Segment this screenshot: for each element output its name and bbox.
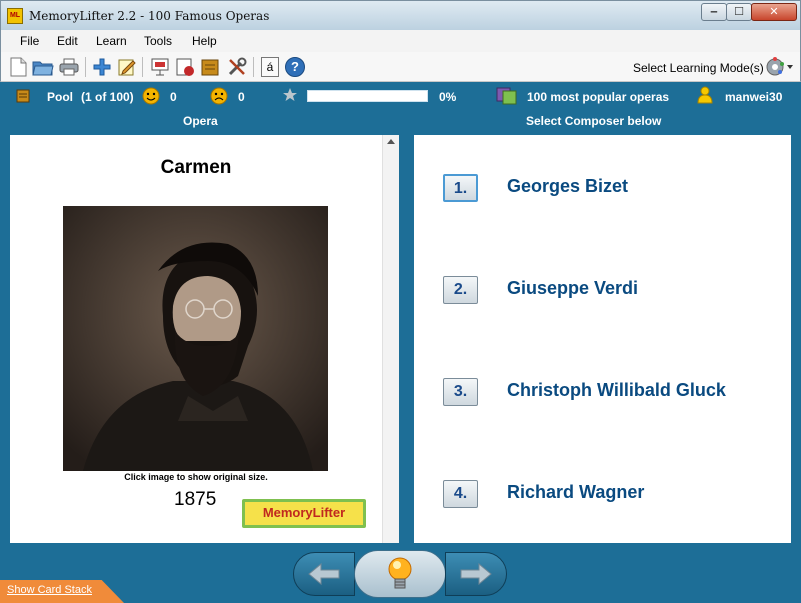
star-icon [282, 87, 298, 106]
composer-portrait[interactable] [63, 206, 328, 471]
close-button[interactable]: ✕ [751, 3, 797, 21]
menu-bar: File Edit Learn Tools Help [0, 30, 801, 52]
answer-option-4[interactable]: 4. Richard Wagner [443, 478, 783, 510]
scroll-up-arrow-icon[interactable] [387, 139, 395, 144]
pool-label: Pool [47, 90, 73, 104]
answer-text[interactable]: Giuseppe Verdi [507, 278, 638, 299]
print-icon[interactable] [58, 56, 80, 78]
hint-button[interactable] [354, 550, 446, 598]
lightbulb-icon [388, 557, 412, 589]
question-header: Opera [183, 114, 218, 128]
menu-learn[interactable]: Learn [96, 34, 127, 48]
help-icon[interactable]: ? [284, 56, 306, 78]
window-title: MemoryLifter 2.2 - 100 Famous Operas [29, 9, 270, 23]
tools-icon[interactable] [226, 56, 248, 78]
card-scrollbar[interactable] [382, 135, 399, 543]
menu-edit[interactable]: Edit [57, 34, 78, 48]
next-button[interactable] [445, 552, 507, 596]
open-folder-icon[interactable] [32, 56, 54, 78]
minimize-button[interactable]: ‒ [701, 3, 727, 21]
memorylifter-logo: MemoryLifter [242, 499, 366, 528]
arrow-right-icon [460, 563, 492, 585]
question-card: Carmen Click image to show original size… [10, 135, 399, 543]
statistics-icon[interactable] [174, 56, 196, 78]
answer-option-3[interactable]: 3. Christoph Willibald Gluck [443, 376, 783, 408]
back-button[interactable] [293, 552, 355, 596]
answer-text[interactable]: Georges Bizet [507, 176, 628, 197]
user-name: manwei30 [725, 90, 783, 104]
answer-text[interactable]: Christoph Willibald Gluck [507, 380, 726, 401]
window-title-bar[interactable]: ML MemoryLifter 2.2 - 100 Famous Operas … [0, 0, 801, 30]
toolbar: á ? Select Learning Mode(s) [0, 52, 801, 82]
edit-card-icon[interactable] [116, 56, 138, 78]
correct-count: 0 [170, 90, 177, 104]
answer-option-1[interactable]: 1. Georges Bizet [443, 172, 783, 204]
maximize-button[interactable]: ☐ [726, 3, 752, 21]
wrong-count: 0 [238, 90, 245, 104]
learning-mode-label[interactable]: Select Learning Mode(s) [633, 61, 764, 75]
answer-number-button[interactable]: 3. [443, 378, 478, 406]
answer-number-button[interactable]: 2. [443, 276, 478, 304]
menu-file[interactable]: File [20, 34, 39, 48]
special-char-icon[interactable]: á [259, 56, 281, 78]
arrow-left-icon [308, 563, 340, 585]
card-box-icon[interactable] [199, 56, 221, 78]
app-logo-icon: ML [7, 8, 23, 24]
new-file-icon[interactable] [7, 56, 29, 78]
answer-panel: 1. Georges Bizet 2. Giuseppe Verdi 3. Ch… [414, 135, 791, 543]
show-card-stack-link[interactable]: Show Card Stack [7, 584, 92, 596]
dictionary-icon [496, 85, 518, 108]
answer-number-button[interactable]: 4. [443, 480, 478, 508]
dictionary-name: 100 most popular operas [527, 90, 670, 104]
image-hint: Click image to show original size. [124, 472, 268, 482]
learning-progress-bar [307, 90, 428, 102]
opera-title: Carmen [160, 157, 232, 178]
menu-tools[interactable]: Tools [144, 34, 172, 48]
correct-smiley-icon [142, 87, 160, 108]
answer-option-2[interactable]: 2. Giuseppe Verdi [443, 274, 783, 306]
slideshow-icon[interactable] [149, 56, 171, 78]
menu-help[interactable]: Help [192, 34, 217, 48]
user-icon [697, 86, 713, 107]
answer-header: Select Composer below [526, 114, 662, 128]
answer-text[interactable]: Richard Wagner [507, 482, 644, 503]
learning-mode-gear-icon[interactable] [764, 56, 794, 78]
progress-percent: 0% [439, 90, 457, 104]
answer-number-button[interactable]: 1. [443, 174, 478, 202]
add-card-icon[interactable] [91, 56, 113, 78]
wrong-smiley-icon [210, 87, 228, 108]
pool-count: (1 of 100) [81, 90, 134, 104]
card-box-icon [16, 89, 30, 106]
opera-year: 1875 [174, 489, 217, 510]
